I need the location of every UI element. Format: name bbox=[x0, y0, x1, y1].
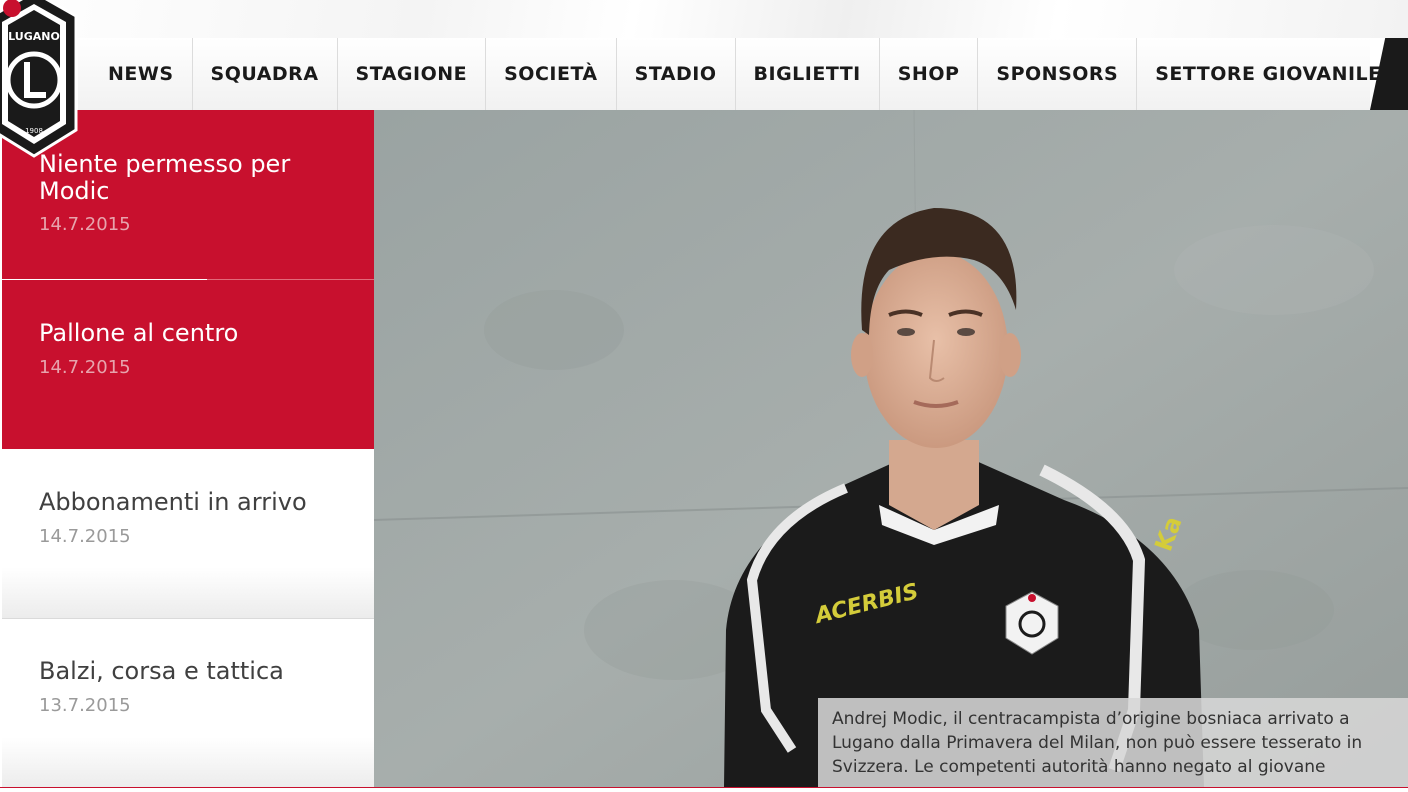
nav-item-news[interactable]: NEWS bbox=[92, 38, 193, 110]
nav-menu: NEWS SQUADRA STAGIONE SOCIETÀ STADIO BIGLIETT… bbox=[92, 38, 1400, 110]
nav-item-stadio[interactable]: STADIO bbox=[617, 38, 736, 110]
hero-caption-text: Andrej Modic, il centracampista d’origin… bbox=[832, 709, 1363, 777]
page: LUGANO 1908 NEWS SQUADRA STAGIONE SOCIETÀ ST… bbox=[0, 0, 1408, 792]
nav-item-settore-giovanile[interactable]: SETTORE GIOVANILE bbox=[1137, 38, 1399, 110]
logo-text: LUGANO bbox=[8, 30, 60, 43]
news-date: 14.7.2015 bbox=[39, 214, 131, 235]
hero-caption: Andrej Modic, il centracampista d’origin… bbox=[818, 698, 1408, 787]
bottom-rule bbox=[0, 787, 1408, 792]
nav-item-biglietti[interactable]: BIGLIETTI bbox=[736, 38, 880, 110]
fc-lugano-crest-icon: LUGANO 1908 bbox=[0, 0, 78, 158]
top-decorative-strip bbox=[0, 0, 1408, 38]
news-item[interactable]: Balzi, corsa e tattica 13.7.2015 bbox=[2, 619, 374, 789]
news-date: 13.7.2015 bbox=[39, 695, 131, 716]
news-title: Abbonamenti in arrivo bbox=[39, 488, 307, 516]
club-logo[interactable]: LUGANO 1908 bbox=[0, 0, 80, 166]
nav-item-squadra[interactable]: SQUADRA bbox=[193, 38, 338, 110]
nav-item-società[interactable]: SOCIETÀ bbox=[486, 38, 617, 110]
news-title: Niente permesso per Modic bbox=[39, 150, 291, 205]
logo-year: 1908 bbox=[25, 127, 43, 135]
news-list: Niente permesso per Modic 14.7.2015 Pall… bbox=[2, 110, 374, 792]
news-title: Balzi, corsa e tattica bbox=[39, 657, 284, 685]
news-date: 14.7.2015 bbox=[39, 357, 131, 378]
nav-item-sponsors[interactable]: SPONSORS bbox=[978, 38, 1138, 110]
main-navigation: NEWS SQUADRA STAGIONE SOCIETÀ STADIO BIGLIETT… bbox=[78, 38, 1381, 111]
player-photo: ACERBIS Ka bbox=[374, 110, 1408, 787]
nav-item-shop[interactable]: SHOP bbox=[880, 38, 979, 110]
news-item[interactable]: Pallone al centro 14.7.2015 bbox=[2, 280, 374, 449]
news-item[interactable]: Abbonamenti in arrivo 14.7.2015 bbox=[2, 449, 374, 619]
hero-image[interactable]: ACERBIS Ka bbox=[374, 110, 1408, 787]
news-title: Pallone al centro bbox=[39, 319, 239, 347]
news-date: 14.7.2015 bbox=[39, 526, 131, 547]
nav-item-stagione[interactable]: STAGIONE bbox=[338, 38, 487, 110]
